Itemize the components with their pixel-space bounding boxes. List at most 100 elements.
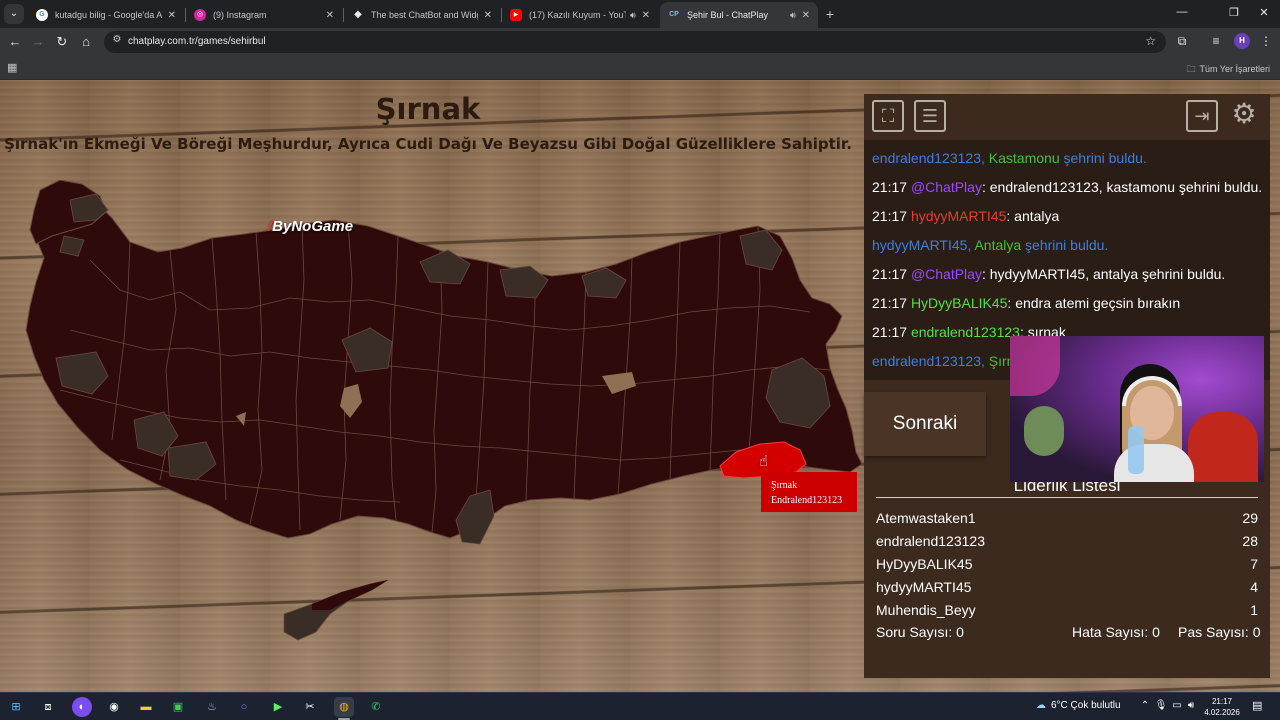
cloud-icon: ☁ [1036, 700, 1046, 711]
chat-message-part: şehrini buldu. [1025, 237, 1109, 253]
leaderboard-row: hydyyMARTI45 4 [876, 579, 1258, 595]
chat-message-part: endralend123123, [872, 353, 989, 369]
close-tab-icon[interactable]: ✕ [802, 10, 810, 21]
error-count: Hata Sayısı: 0 [1072, 624, 1160, 640]
player-name: HyDyyBALIK45 [876, 556, 973, 572]
chat-message: 21:17 hydyyMARTI45: antalya [872, 208, 1059, 224]
all-bookmarks-button[interactable]: 🗀 Tüm Yer İşaretleri [1186, 62, 1270, 78]
apps-grid-icon[interactable]: ▦ [7, 61, 17, 74]
home-icon[interactable]: ⌂ [77, 34, 95, 50]
tab-chatplay[interactable]: CP Şehir Bul - ChatPlay 🔊︎ ✕ [660, 2, 818, 28]
steam-icon[interactable]: ♨ [202, 697, 222, 717]
whatsapp-icon[interactable]: ✆ [366, 697, 386, 717]
chat-message-part: 21:17 [872, 208, 911, 224]
chat-message-part: Kastamonu [988, 150, 1064, 166]
windows-start-icon[interactable]: ⊞ [6, 697, 26, 717]
menu-kebab-icon[interactable]: ⋮ [1258, 34, 1274, 48]
media-control-icon[interactable]: ≡ [1208, 34, 1224, 48]
tray-chevron-icon[interactable]: ⌃ [1138, 700, 1152, 711]
obs-icon[interactable]: ◉ [104, 697, 124, 717]
document-icon[interactable]: ☰ [914, 100, 946, 132]
chat-message-part: hydyyMARTI45 [910, 208, 1007, 224]
volume-icon[interactable]: 🔊︎ [1184, 700, 1198, 711]
next-button[interactable]: Sonraki [864, 392, 986, 456]
media-app-icon[interactable]: ▶ [268, 697, 288, 717]
new-tab-button[interactable]: + [822, 6, 838, 22]
turkey-map[interactable] [0, 180, 870, 650]
notification-icon[interactable]: ▤ [1252, 699, 1262, 712]
game-page: Şırnak Şırnak'ın Ekmeği Ve Böreği Meşhur… [0, 80, 1280, 692]
tab-search-button[interactable]: ⌄ [4, 4, 24, 24]
capcut-icon[interactable]: ✂ [300, 697, 320, 717]
tab-title: Şehir Bul - ChatPlay [687, 10, 769, 20]
url-text[interactable]: chatplay.com.tr/games/sehirbul [128, 36, 266, 47]
water-bottle [1128, 426, 1144, 474]
chat-message-part: @ChatPlay [910, 179, 982, 195]
tab-title: (17) Kazılı Kuyum - YouTube [529, 10, 626, 20]
clock-date: 4.02.2026 [1204, 708, 1240, 717]
tab-instagram[interactable]: ◎ (9) Instagram ✕ [186, 2, 342, 28]
player-name: Atemwastaken1 [876, 510, 976, 526]
microphone-icon[interactable]: 🎙︎ [1154, 700, 1168, 711]
chat-message-part: hydyyMARTI45, [872, 237, 975, 253]
fullscreen-icon[interactable]: ⛶ [872, 100, 904, 132]
windows-taskbar: ⊞ ⧈ ◐ ◉ ▬ ▣ ♨ ○ ▶ ✂ ◍ ✆ ☁ 6°C Çok bulutlu… [0, 692, 1280, 720]
chat-message-part: endralend123123, [872, 150, 989, 166]
forward-icon[interactable]: → [29, 34, 47, 50]
minimize-icon[interactable]: — [1174, 6, 1190, 18]
task-view-icon[interactable]: ⧈ [38, 697, 58, 717]
folder-icon: 🗀 [1186, 64, 1196, 74]
system-clock[interactable]: 21:17 4.02.2026 [1198, 696, 1246, 718]
chat-message-part: : antalya [1006, 208, 1060, 224]
tab-google[interactable]: G kutadgu bilig - Google'da Ara ✕ [28, 2, 184, 28]
extensions-icon[interactable]: ⧉ [1174, 34, 1190, 49]
speaker-icon[interactable]: 🔊︎ [790, 10, 796, 21]
brand-logo: /ByNoGame [268, 218, 354, 235]
avatar[interactable]: H [1234, 33, 1250, 49]
streaming-app-icon[interactable]: ○ [234, 697, 254, 717]
bookmarks-bar: ▦ 🗀 Tüm Yer İşaretleri [0, 56, 1280, 80]
gear-icon[interactable]: ⚙ [1228, 100, 1260, 132]
file-explorer-icon[interactable]: ▬ [136, 697, 156, 717]
browser-toolbar: ← → ↻ ⌂ ⚙ chatplay.com.tr/games/sehirbul… [0, 28, 1280, 56]
chatplay-icon: CP [669, 11, 679, 18]
reload-icon[interactable]: ↻ [53, 34, 71, 50]
back-icon[interactable]: ← [6, 34, 24, 50]
chat-message: 21:17 @ChatPlay: hydyyMARTI45, antalya ş… [872, 266, 1225, 282]
chat-message: 21:17 @ChatPlay: endralend123123, kastam… [872, 179, 1262, 195]
chat-message-part: HyDyyBALIK45 [910, 295, 1008, 311]
youtube-icon: ▶ [510, 9, 522, 21]
restore-icon[interactable]: ❐ [1226, 6, 1242, 19]
chrome-icon[interactable]: ◍ [334, 697, 354, 717]
chat-message-part: şehrini buldu. [1063, 150, 1147, 166]
tab-chatbot[interactable]: ◆ The best ChatBot and Widgets ✕ [344, 2, 500, 28]
player-score: 7 [1250, 556, 1258, 572]
site-info-icon[interactable]: ⚙ [110, 34, 124, 45]
close-tab-icon[interactable]: ✕ [168, 10, 176, 21]
close-tab-icon[interactable]: ✕ [326, 10, 334, 21]
speaker-icon[interactable]: 🔊︎ [630, 10, 636, 21]
mouse-cursor-icon: ☝ [759, 453, 769, 470]
leaderboard-row: Muhendis_Beyy 1 [876, 602, 1258, 618]
chat-message: 21:17 HyDyyBALIK45: endra atemi geçsin b… [872, 295, 1180, 311]
tab-title: (9) Instagram [213, 10, 267, 20]
player-score: 28 [1242, 533, 1258, 549]
close-window-icon[interactable]: ✕ [1256, 6, 1272, 19]
chat-message: hydyyMARTI45, Antalya şehrini buldu. [872, 237, 1108, 253]
network-icon[interactable]: ▭ [1170, 700, 1184, 711]
chat-message-part: : endralend123123, kastamonu şehrini bul… [981, 179, 1263, 195]
bookmark-star-icon[interactable]: ☆ [1145, 34, 1156, 48]
close-tab-icon[interactable]: ✕ [642, 10, 650, 21]
turkey-mainland[interactable] [25, 191, 863, 539]
address-bar[interactable]: ⚙ chatplay.com.tr/games/sehirbul ☆ [104, 31, 1166, 53]
exit-icon[interactable]: ⇥ [1186, 100, 1218, 132]
diamond-icon: ◆ [354, 9, 362, 20]
tab-youtube[interactable]: ▶ (17) Kazılı Kuyum - YouTube 🔊︎ ✕ [502, 2, 658, 28]
leaderboard-row: endralend123123 28 [876, 533, 1258, 549]
close-tab-icon[interactable]: ✕ [484, 10, 492, 21]
store-icon[interactable]: ▣ [168, 697, 188, 717]
weather-widget[interactable]: ☁ 6°C Çok bulutlu [1036, 700, 1121, 711]
chat-message-part: : hydyyMARTI45, antalya şehrini buldu. [981, 266, 1226, 282]
copilot-icon[interactable]: ◐ [72, 697, 92, 717]
chat-message: endralend123123, Kastamonu şehrini buldu… [872, 150, 1147, 166]
